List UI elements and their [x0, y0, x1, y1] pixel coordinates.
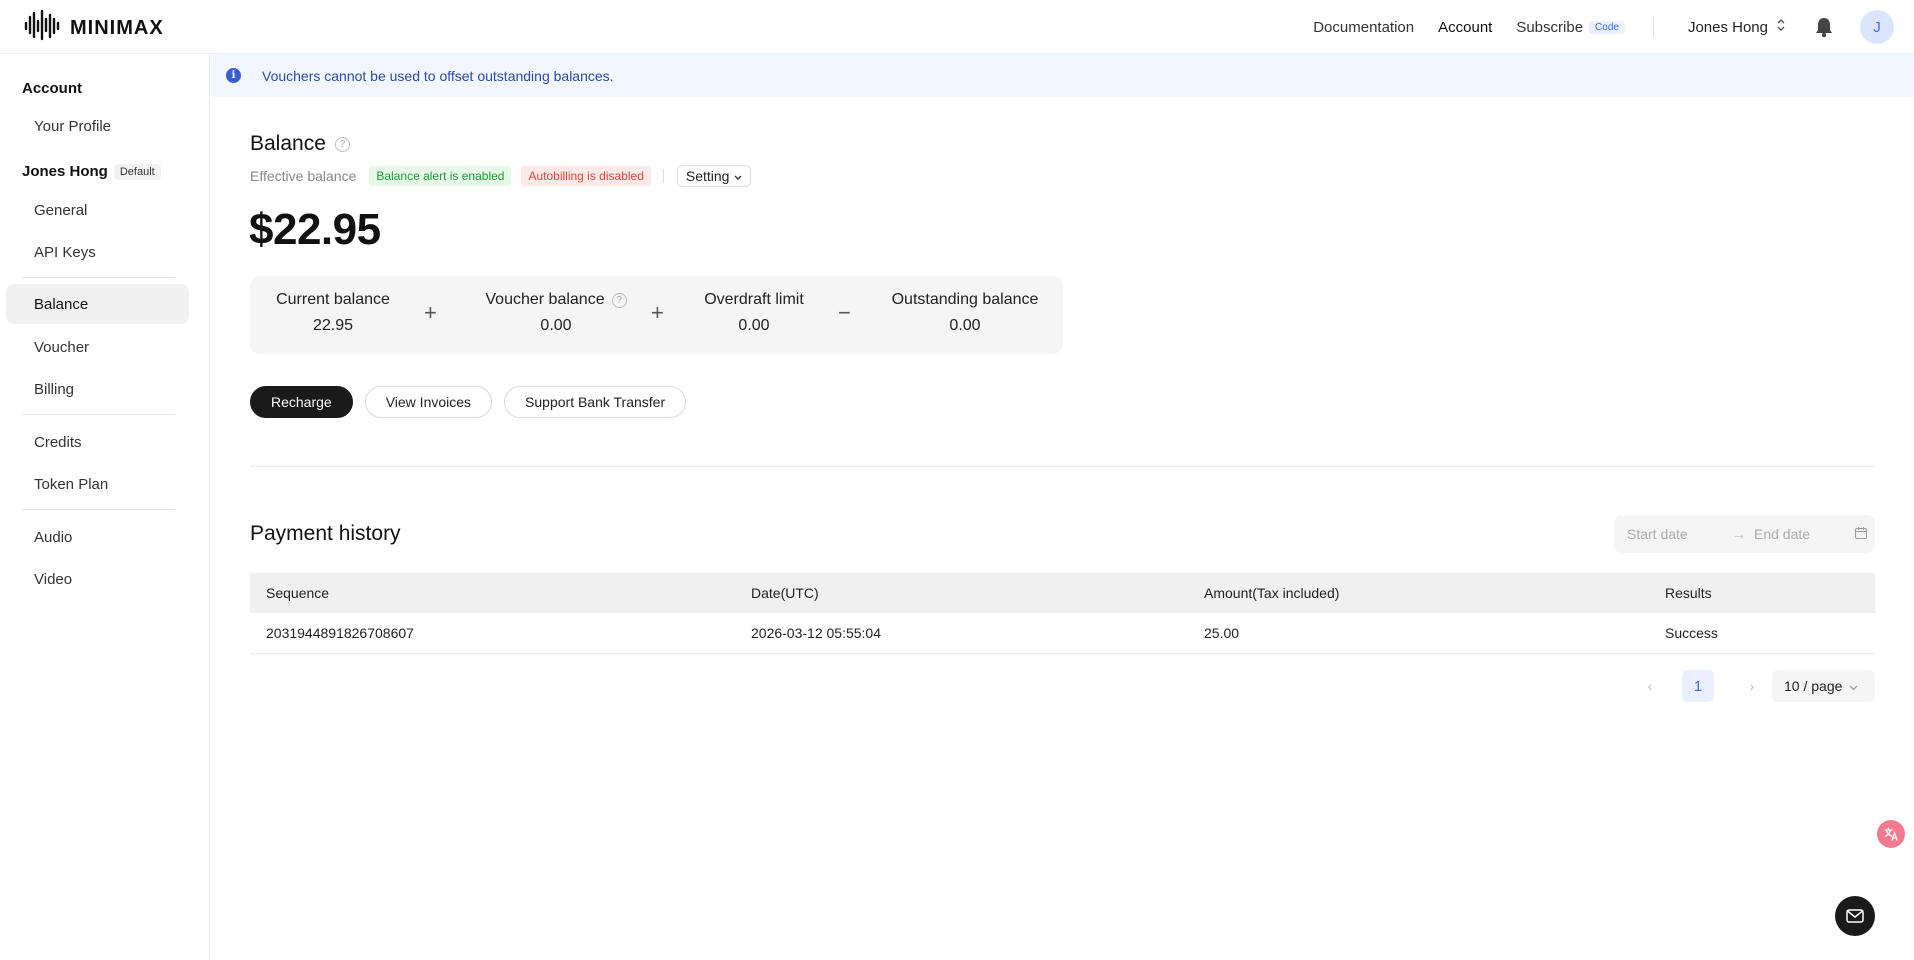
cell-sequence: 2031944891826708607 — [266, 625, 414, 641]
balance-breakdown: Current balance 22.95 + Voucher balance … — [250, 276, 1063, 354]
setting-label: Setting — [685, 168, 730, 184]
cell-result: Success — [1665, 625, 1718, 641]
setting-dropdown[interactable]: Setting — [676, 165, 752, 187]
start-date-input[interactable]: Start date — [1627, 526, 1727, 542]
balance-alert-badge: Balance alert is enabled — [369, 166, 512, 186]
table-header: Sequence Date(UTC) Amount(Tax included) … — [250, 573, 1875, 613]
overdraft-limit-value: 0.00 — [738, 317, 770, 334]
sidebar-item-api-keys[interactable]: API Keys — [6, 232, 189, 272]
arrow-right-icon: → — [1732, 526, 1746, 542]
outstanding-balance: Outstanding balance 0.00 — [882, 291, 1048, 335]
info-icon: i — [226, 68, 241, 83]
payment-history-title: Payment history — [250, 522, 401, 545]
sidebar-item-video[interactable]: Video — [6, 559, 189, 599]
pagination: ‹ 1 › — [1640, 670, 1762, 702]
current-balance: Current balance 22.95 — [274, 291, 392, 335]
brand-logo[interactable]: MINIMAX — [24, 9, 164, 48]
view-invoices-button[interactable]: View Invoices — [364, 386, 493, 418]
sidebar-divider — [22, 414, 175, 415]
sidebar-item-token-plan[interactable]: Token Plan — [6, 464, 189, 504]
page-number[interactable]: 1 — [1682, 670, 1714, 702]
page-title: Balance ? — [250, 132, 350, 156]
chevron-up-down-icon — [1776, 18, 1786, 36]
brand-name: MINIMAX — [70, 17, 164, 39]
sidebar-item-billing[interactable]: Billing — [6, 369, 189, 409]
default-tag: Default — [113, 164, 161, 180]
balance-actions: Recharge View Invoices Support Bank Tran… — [250, 386, 687, 418]
sidebar-heading-org: Jones Hong Default — [22, 163, 161, 180]
plus-operator: + — [651, 300, 664, 325]
outstanding-balance-label: Outstanding balance — [891, 291, 1039, 308]
sidebar-item-audio[interactable]: Audio — [6, 517, 189, 557]
cell-amount: 25.00 — [1204, 625, 1240, 641]
recharge-button[interactable]: Recharge — [250, 386, 353, 418]
sidebar-item-voucher[interactable]: Voucher — [6, 327, 189, 367]
nav-subscribe-label: Subscribe — [1516, 18, 1584, 36]
overdraft-limit-label: Overdraft limit — [704, 291, 804, 308]
cell-date: 2026-03-12 05:55:04 — [751, 625, 881, 641]
page-size-value: 10 / page — [1784, 678, 1843, 694]
question-icon[interactable]: ? — [611, 292, 627, 308]
sidebar-item-balance[interactable]: Balance — [6, 284, 189, 324]
outstanding-balance-value: 0.00 — [949, 317, 981, 334]
overdraft-limit: Overdraft limit 0.00 — [694, 291, 814, 335]
user-switcher[interactable]: Jones Hong — [1688, 18, 1786, 36]
end-date-input[interactable]: End date — [1754, 526, 1854, 542]
current-balance-value: 22.95 — [312, 317, 354, 334]
sidebar-item-credits[interactable]: Credits — [6, 422, 189, 462]
avatar[interactable]: J — [1860, 10, 1894, 44]
minus-operator: − — [838, 300, 851, 325]
waveform-logo-icon — [24, 9, 62, 48]
voucher-balance-label: Voucher balance — [485, 291, 605, 308]
date-range-picker[interactable]: Start date → End date — [1614, 515, 1875, 553]
question-icon[interactable]: ? — [334, 136, 350, 152]
voucher-balance-label-row: Voucher balance ? — [472, 291, 640, 309]
balance-status-row: Effective balance Balance alert is enabl… — [250, 165, 752, 187]
nav-documentation[interactable]: Documentation — [1313, 19, 1414, 36]
translate-icon[interactable] — [1877, 820, 1905, 848]
nav-divider — [1652, 17, 1654, 37]
info-banner: i Vouchers cannot be used to offset outs… — [211, 54, 1914, 97]
plus-operator: + — [424, 300, 437, 325]
chevron-down-icon — [1849, 678, 1858, 694]
bank-transfer-button[interactable]: Support Bank Transfer — [504, 386, 687, 418]
top-bar: MINIMAX Documentation Account Subscribe C… — [0, 0, 1914, 54]
next-page-icon[interactable]: › — [1742, 678, 1762, 694]
user-name: Jones Hong — [1687, 18, 1768, 36]
effective-balance-amount: $22.95 — [249, 205, 381, 254]
nav-account[interactable]: Account — [1438, 19, 1492, 36]
org-name: Jones Hong — [22, 163, 108, 180]
banner-text: Vouchers cannot be used to offset outsta… — [262, 67, 614, 84]
sidebar-item-your-profile[interactable]: Your Profile — [6, 106, 189, 146]
voucher-balance-value: 0.00 — [540, 317, 572, 334]
code-badge: Code — [1589, 20, 1625, 34]
column-header: Results — [1665, 585, 1712, 601]
chevron-down-icon — [734, 168, 742, 184]
mail-icon[interactable] — [1835, 896, 1875, 936]
sidebar-divider — [22, 509, 175, 510]
voucher-balance: Voucher balance ? 0.00 — [472, 291, 640, 335]
page-size-select[interactable]: 10 / page — [1772, 670, 1875, 702]
sidebar-item-general[interactable]: General — [6, 190, 189, 230]
table-row: 2031944891826708607 2026-03-12 05:55:04 … — [250, 613, 1875, 654]
balance-title: Balance — [250, 132, 326, 155]
payment-history-table: Sequence Date(UTC) Amount(Tax included) … — [250, 573, 1875, 654]
sidebar-heading-account: Account — [22, 80, 82, 97]
prev-page-icon[interactable]: ‹ — [1640, 678, 1660, 694]
bell-icon[interactable] — [1814, 16, 1834, 38]
effective-balance-label: Effective balance — [250, 168, 357, 184]
divider — [662, 169, 664, 183]
current-balance-label: Current balance — [276, 291, 390, 308]
sidebar-divider — [22, 277, 175, 278]
calendar-icon — [1854, 526, 1868, 543]
section-divider — [250, 466, 1875, 467]
column-header: Amount(Tax included) — [1204, 585, 1340, 601]
sidebar: Account Your Profile Jones Hong Default G… — [0, 54, 210, 960]
column-header: Date(UTC) — [751, 585, 819, 601]
top-nav: Documentation Account Subscribe Code Jone… — [1313, 0, 1914, 54]
nav-subscribe[interactable]: Subscribe Code — [1516, 19, 1625, 36]
column-header: Sequence — [266, 585, 330, 601]
autobilling-badge: Autobilling is disabled — [521, 166, 651, 186]
